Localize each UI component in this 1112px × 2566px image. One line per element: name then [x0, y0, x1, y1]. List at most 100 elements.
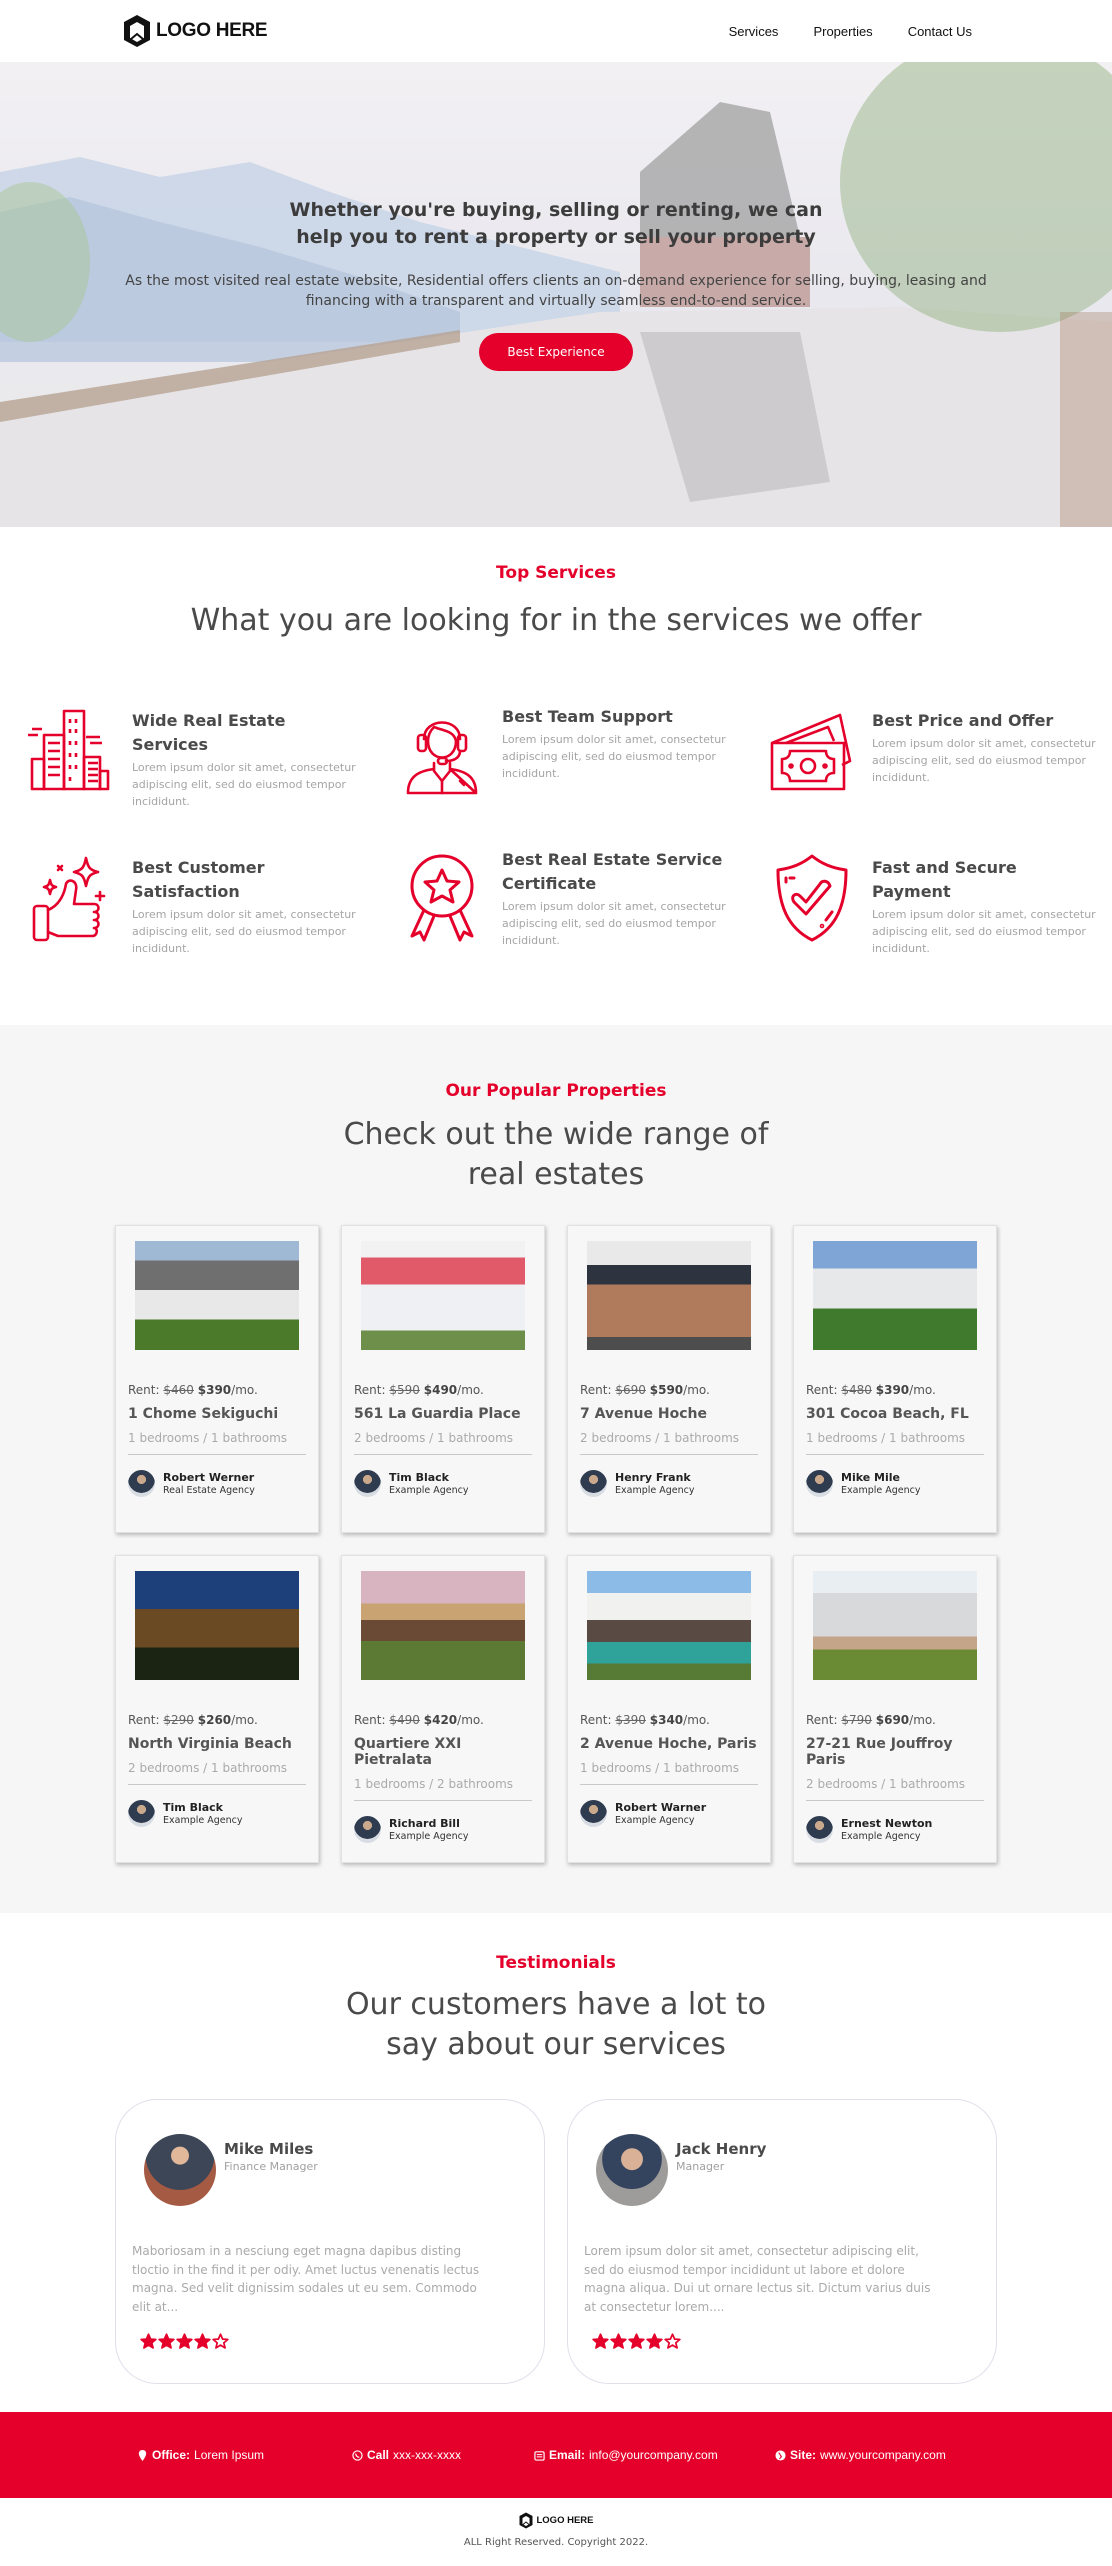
property-card[interactable]: Rent: $480 $390/mo. 301 Cocoa Beach, FL 1 …	[793, 1225, 997, 1533]
agent-avatar	[806, 1816, 833, 1843]
agent-avatar	[806, 1470, 833, 1497]
property-address[interactable]: 27-21 Rue Jouffroy Paris	[806, 1736, 984, 1768]
testimonials-title: Our customers have a lot to say about ou…	[345, 1987, 767, 2062]
service-item: Best Price and Offer Lorem ipsum dolor s…	[764, 701, 1112, 810]
agent-agency: Example Agency	[841, 1485, 921, 1496]
property-rent: Rent: $290 $260/mo.	[128, 1713, 306, 1727]
globe-icon	[775, 2449, 786, 2461]
star-empty-icon	[212, 2333, 229, 2349]
agent-agency: Example Agency	[615, 1815, 695, 1826]
star-empty-icon	[664, 2333, 681, 2349]
property-card[interactable]: Rent: $590 $490/mo. 561 La Guardia Place 2…	[341, 1225, 545, 1533]
properties-eyebrow: Our Popular Properties	[445, 1081, 667, 1101]
property-address[interactable]: North Virginia Beach	[128, 1736, 306, 1752]
property-rent: Rent: $490 $420/mo.	[354, 1713, 532, 1727]
current-price: $690	[875, 1713, 910, 1727]
site-footer: LOGO HERE ALL Right Reserved. Copyright …	[0, 2498, 1112, 2566]
per-month: /mo.	[457, 1383, 484, 1397]
current-price: $390	[875, 1383, 910, 1397]
service-description: Lorem ipsum dolor sit amet, consectetur …	[502, 733, 726, 780]
property-card[interactable]: Rent: $690 $590/mo. 7 Avenue Hoche 2 bedro…	[567, 1225, 771, 1533]
rent-label: Rent:	[354, 1713, 386, 1727]
service-description: Lorem ipsum dolor sit amet, consectetur …	[872, 908, 1096, 955]
brick-house-photo[interactable]	[587, 1241, 751, 1350]
agent-avatar	[354, 1816, 381, 1843]
divider	[354, 1454, 532, 1455]
testimonial-text: Lorem ipsum dolor sit amet, consectetur …	[584, 2244, 931, 2314]
contact-site: Site: www.yourcompany.com	[775, 2448, 975, 2462]
site-value[interactable]: www.yourcompany.com	[820, 2448, 946, 2462]
current-price: $490	[423, 1383, 458, 1397]
divider	[354, 1800, 532, 1801]
agent-info: Tim Black Example Agency	[354, 1470, 532, 1497]
nav-properties[interactable]: Properties	[813, 24, 872, 39]
footer-logo[interactable]: LOGO HERE	[518, 2512, 594, 2529]
old-price: $690	[615, 1383, 646, 1397]
rating-stars	[584, 2333, 980, 2350]
rent-label: Rent:	[128, 1713, 160, 1727]
property-card[interactable]: Rent: $390 $340/mo. 2 Avenue Hoche, Paris…	[567, 1555, 771, 1863]
current-price: $390	[197, 1383, 232, 1397]
white-house-red-roof-photo[interactable]	[361, 1241, 525, 1350]
nav-services[interactable]: Services	[729, 24, 779, 39]
avatar	[144, 2134, 216, 2206]
rent-label: Rent:	[354, 1383, 386, 1397]
hero-description: As the most visited real estate website,…	[125, 273, 987, 309]
nav-contact-us[interactable]: Contact Us	[908, 24, 972, 39]
property-card[interactable]: Rent: $460 $390/mo. 1 Chome Sekiguchi 1 be…	[115, 1225, 319, 1533]
property-rooms: 2 bedrooms / 1 bathrooms	[806, 1777, 966, 1791]
agent-name: Mike Mile	[841, 1471, 900, 1484]
service-description: Lorem ipsum dolor sit amet, consectetur …	[132, 761, 356, 808]
property-rent: Rent: $690 $590/mo.	[580, 1383, 758, 1397]
testimonials-section: Testimonials Our customers have a lot to…	[0, 1913, 1112, 2412]
property-card[interactable]: Rent: $790 $690/mo. 27-21 Rue Jouffroy Pa…	[793, 1555, 997, 1863]
whatsapp-icon	[352, 2449, 363, 2461]
old-price: $480	[841, 1383, 872, 1397]
property-address[interactable]: 301 Cocoa Beach, FL	[806, 1406, 984, 1422]
villa-lawn-photo[interactable]	[813, 1571, 977, 1680]
property-address[interactable]: Quartiere XXI Pietralata	[354, 1736, 532, 1768]
agent-agency: Example Agency	[615, 1485, 695, 1496]
per-month: /mo.	[231, 1713, 258, 1727]
property-rent: Rent: $590 $490/mo.	[354, 1383, 532, 1397]
testimonial-role: Finance Manager	[224, 2160, 318, 2173]
service-item: Best Real Estate Service Certificate Lor…	[394, 848, 764, 957]
agent-name: Henry Frank	[615, 1471, 691, 1484]
property-card[interactable]: Rent: $290 $260/mo. North Virginia Beach 2…	[115, 1555, 319, 1863]
rent-label: Rent:	[806, 1383, 838, 1397]
agent-info: Tim Black Example Agency	[128, 1800, 306, 1827]
property-address[interactable]: 7 Avenue Hoche	[580, 1406, 758, 1422]
headset-agent-icon	[406, 721, 478, 795]
best-experience-button[interactable]: Best Experience	[479, 333, 633, 371]
services-eyebrow: Top Services	[496, 563, 616, 583]
services-grid: Wide Real Estate Services Lorem ipsum do…	[0, 641, 1112, 957]
agent-name: Richard Bill	[389, 1817, 460, 1830]
property-rooms: 1 bedrooms / 1 bathrooms	[806, 1431, 966, 1445]
money-icon	[770, 713, 852, 791]
envelope-icon	[534, 2450, 545, 2461]
email-value[interactable]: info@yourcompany.com	[589, 2448, 718, 2462]
logo-hexagon-icon	[124, 15, 150, 47]
old-price: $790	[841, 1713, 872, 1727]
services-title: What you are looking for in the services…	[190, 603, 922, 638]
lodge-sunset-photo[interactable]	[361, 1571, 525, 1680]
service-description: Lorem ipsum dolor sit amet, consectetur …	[872, 737, 1096, 784]
call-value[interactable]: xxx-xxx-xxxx	[393, 2448, 461, 2462]
property-address[interactable]: 1 Chome Sekiguchi	[128, 1406, 306, 1422]
divider	[128, 1454, 306, 1455]
modern-villa-pool-photo[interactable]	[587, 1571, 751, 1680]
per-month: /mo.	[231, 1383, 258, 1397]
per-month: /mo.	[909, 1383, 936, 1397]
white-mansion-garden-photo[interactable]	[813, 1241, 977, 1350]
property-address[interactable]: 561 La Guardia Place	[354, 1406, 532, 1422]
service-description: Lorem ipsum dolor sit amet, consectetur …	[502, 900, 726, 947]
rent-label: Rent:	[128, 1383, 160, 1397]
contact-call: Call xxx-xxx-xxxx	[352, 2448, 534, 2462]
night-house-photo[interactable]	[135, 1571, 299, 1680]
agent-info: Henry Frank Example Agency	[580, 1470, 758, 1497]
property-card[interactable]: Rent: $490 $420/mo. Quartiere XXI Pietral…	[341, 1555, 545, 1863]
contact-email: Email: info@yourcompany.com	[534, 2448, 775, 2462]
house-porch-photo[interactable]	[135, 1241, 299, 1350]
property-address[interactable]: 2 Avenue Hoche, Paris	[580, 1736, 758, 1752]
logo[interactable]: LOGO HERE	[122, 14, 268, 48]
